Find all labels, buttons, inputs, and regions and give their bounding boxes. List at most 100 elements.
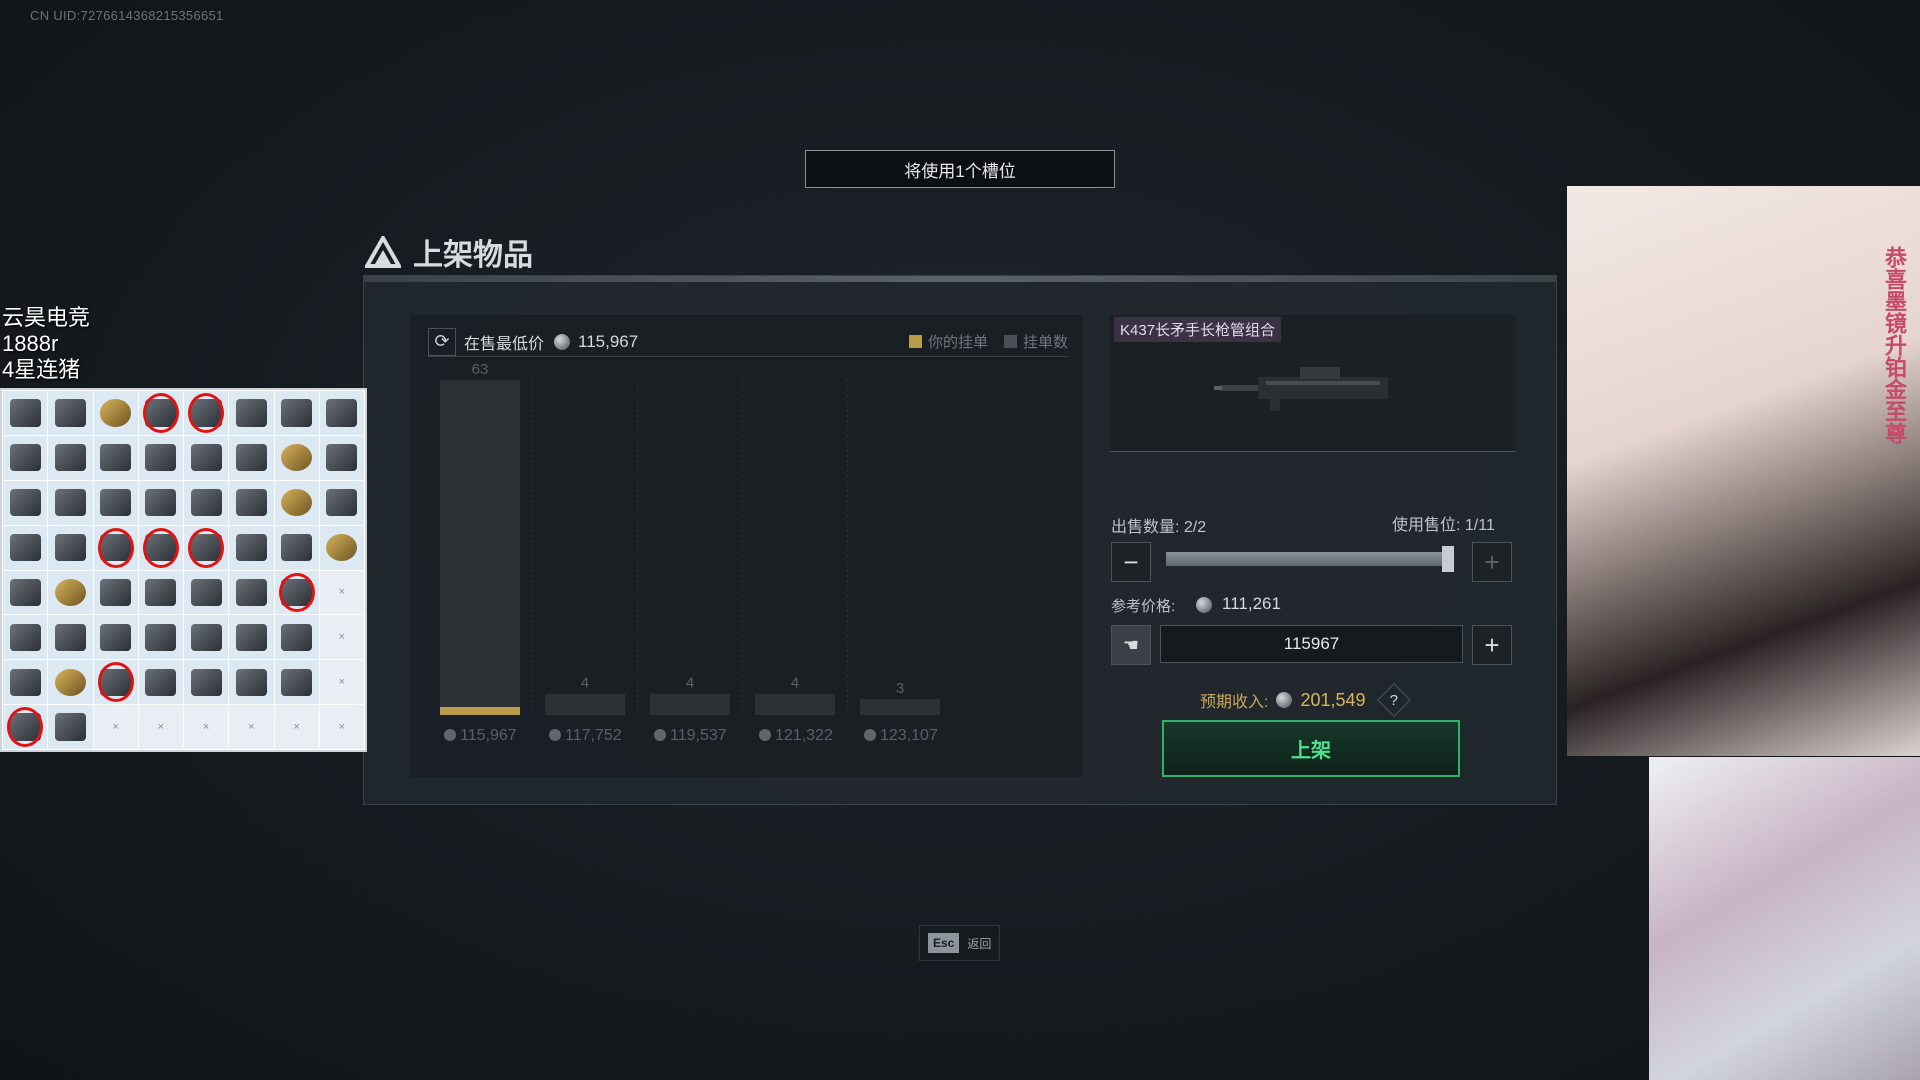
refresh-icon: ⟳: [434, 331, 450, 351]
use-ref-price-button[interactable]: ☚: [1111, 625, 1151, 665]
slots-value: 1/11: [1464, 517, 1495, 534]
loot-item: [48, 435, 93, 480]
highlighted-loot-item: [93, 660, 138, 705]
loot-item: [138, 615, 183, 660]
esc-key: Esc: [928, 933, 960, 953]
bar-price-label: 121,322: [775, 727, 833, 744]
legend-yours: 你的挂单: [908, 331, 988, 352]
sell-qty-label: 出售数量: 2/2: [1111, 519, 1207, 536]
loot-item: [48, 525, 93, 570]
qty-slider-handle[interactable]: [1442, 546, 1454, 572]
bar-count-label: 3: [896, 680, 904, 697]
loot-item: [93, 570, 138, 615]
legend-count: 挂单数: [1003, 331, 1068, 352]
esc-back-button[interactable]: Esc 返回: [919, 925, 1001, 961]
loot-item: [48, 570, 93, 615]
empty-slot: ×: [319, 705, 364, 749]
slots-label: 使用售位: 1/11: [1392, 517, 1495, 534]
loot-item: [274, 525, 319, 570]
chart-legend: 你的挂单 挂单数: [908, 331, 1068, 352]
qty-slider[interactable]: [1166, 546, 1454, 572]
qty-plus-button[interactable]: +: [1472, 542, 1512, 582]
loot-item: [274, 615, 319, 660]
loot-item: [138, 435, 183, 480]
bar-price-label: 117,752: [565, 727, 622, 744]
bar-column: 63 115,967: [440, 361, 520, 744]
empty-slot: ×: [319, 570, 364, 615]
loot-item: [319, 525, 364, 570]
ref-price-value: 111,261: [1222, 594, 1281, 613]
income-label: 预期收入:: [1200, 694, 1269, 711]
empty-slot: ×: [93, 705, 138, 749]
price-bar: [545, 693, 625, 715]
price-input[interactable]: [1160, 625, 1463, 663]
bar-price-label: 123,107: [880, 727, 938, 744]
loot-item: [93, 615, 138, 660]
bar-count-label: 63: [472, 361, 489, 378]
coin-icon: [864, 729, 876, 741]
empty-slot: ×: [319, 615, 364, 660]
stream-overlay-text: 云昊电竞 1888r 4星连猪: [2, 305, 90, 383]
loot-item: [3, 660, 48, 705]
highlighted-loot-item: [274, 570, 319, 615]
loot-item: [138, 660, 183, 705]
qty-minus-button[interactable]: −: [1111, 542, 1151, 582]
list-item-button[interactable]: 上架: [1162, 720, 1460, 777]
loot-grid: × × × × × × × × ×: [0, 388, 367, 752]
bar-column: 4 119,537: [650, 675, 730, 744]
coin-icon: [444, 729, 456, 741]
loot-item: [229, 480, 274, 525]
lowest-price-label: 在售最低价: [464, 335, 545, 353]
price-plus-button[interactable]: +: [1472, 625, 1512, 665]
help-icon[interactable]: ?: [1376, 683, 1411, 717]
pointer-hand-icon: ☚: [1122, 634, 1140, 655]
coin-icon: [554, 333, 571, 350]
slot-notice: 将使用1个槽位: [805, 150, 1115, 188]
loot-item: [93, 435, 138, 480]
loot-item: [229, 570, 274, 615]
cam-banner-text: 恭喜墨镜升铂金至尊: [1882, 246, 1907, 444]
loot-item: [48, 615, 93, 660]
overlay-line-3: 4星连猪: [2, 357, 81, 382]
highlighted-loot-item: [138, 391, 183, 435]
empty-slot: ×: [229, 705, 274, 749]
loot-item: [229, 525, 274, 570]
esc-label: 返回: [967, 936, 992, 951]
uid-label: CN UID:7276614368215356651: [30, 8, 224, 23]
loot-item: [184, 435, 229, 480]
chart-header: ⟳ 在售最低价 115,967 你的挂单 挂单数: [428, 327, 1068, 357]
loot-item: [319, 480, 364, 525]
highlighted-loot-item: [184, 391, 229, 435]
loot-item: [274, 391, 319, 435]
qty-slider-fill: [1166, 552, 1454, 566]
ref-price-label: 参考价格:: [1111, 598, 1176, 615]
overlay-line-1: 云昊电竞: [2, 305, 91, 330]
highlighted-loot-item: [93, 525, 138, 570]
bar-column: 3 123,107: [860, 680, 940, 744]
loot-item: [3, 570, 48, 615]
dialog-title-text: 上架物品: [413, 239, 533, 272]
webcam-feed-bottom: [1649, 757, 1920, 1080]
empty-slot: ×: [138, 705, 183, 749]
barrel-item-icon: [1214, 367, 1388, 411]
loot-item: [3, 525, 48, 570]
loot-item: [138, 480, 183, 525]
your-listing-bar: [440, 707, 520, 715]
webcam-feed-top: 恭喜墨镜升铂金至尊: [1567, 186, 1920, 756]
price-chart-panel: ⟳ 在售最低价 115,967 你的挂单 挂单数 63 115,967 4 117,7…: [410, 315, 1082, 777]
overlay-line-2: 1888r: [2, 331, 59, 356]
price-bar: [860, 699, 940, 715]
empty-slot: ×: [319, 660, 364, 705]
dialog-title: 上架物品: [365, 230, 533, 274]
bar-price-label: 115,967: [460, 727, 517, 744]
loot-item: [229, 435, 274, 480]
coin-icon: [1276, 692, 1293, 708]
highlighted-loot-item: [3, 705, 48, 749]
bar-count-label: 4: [791, 675, 799, 692]
refresh-button[interactable]: ⟳: [428, 327, 456, 356]
expected-income: 预期收入: 201,549 ?: [1200, 683, 1411, 717]
bar-count-label: 4: [686, 675, 694, 692]
loot-item: [319, 391, 364, 435]
loot-item: [319, 435, 364, 480]
loot-item: [229, 391, 274, 435]
